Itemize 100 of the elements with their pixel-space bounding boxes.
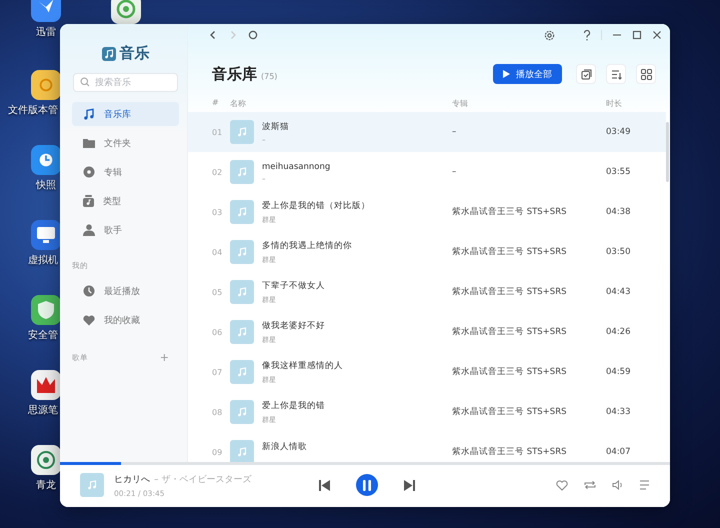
pause-icon: [362, 480, 372, 490]
duration: 04:43: [606, 287, 632, 297]
music-note-icon: [102, 46, 116, 60]
song-title: meihuasannong: [262, 162, 332, 172]
album-art-placeholder: [80, 473, 104, 497]
app-label: 迅雷: [36, 26, 56, 39]
back-icon[interactable]: [208, 30, 218, 40]
album-name: –: [452, 127, 458, 137]
close-icon[interactable]: [652, 30, 662, 40]
now-playing-artist: – ザ・ベイビースターズ: [154, 474, 252, 486]
refresh-icon[interactable]: [248, 30, 258, 40]
music-note-icon: [83, 108, 95, 120]
duration: 04:59: [606, 367, 632, 377]
next-icon[interactable]: [404, 480, 415, 490]
column-header: 专辑: [452, 98, 469, 110]
album-name: 紫水晶试音王三号 STS+SRS: [452, 326, 568, 338]
song-title: 爱上你是我的错: [262, 400, 326, 412]
album-art-placeholder: [230, 360, 254, 384]
checkbox-stack-button[interactable]: [576, 64, 596, 84]
heart-icon: [83, 314, 95, 326]
duration: 03:50: [606, 247, 632, 257]
folder-icon: [83, 138, 95, 148]
duration: 04:26: [606, 327, 632, 337]
volume-icon[interactable]: [612, 480, 624, 490]
disc-icon: [83, 166, 95, 178]
album-name: 紫水晶试音王三号 STS+SRS: [452, 246, 568, 258]
play-all-button[interactable]: 播放全部: [493, 64, 562, 84]
song-title: 爱上你是我的错（对比版）: [262, 200, 371, 212]
app-label: 文件版本管: [8, 104, 58, 117]
sidebar-item[interactable]: 最近播放: [72, 279, 179, 303]
app-icon[interactable]: [31, 370, 61, 400]
album-name: 紫水晶试音王三号 STS+SRS: [452, 206, 568, 218]
app-label: 快照: [36, 178, 56, 192]
track-number: 03: [212, 208, 224, 216]
album-art-placeholder: [230, 200, 254, 224]
song-title: 像我这样重感情的人: [262, 360, 344, 372]
sort-button[interactable]: [606, 64, 626, 84]
app-icon[interactable]: [31, 220, 61, 250]
sidebar-item[interactable]: 类型: [72, 189, 179, 213]
album-name: 紫水晶试音王三号 STS+SRS: [452, 366, 568, 378]
search-field[interactable]: 搜索音乐: [73, 73, 178, 92]
song-title: 多情的我遇上绝情的你: [262, 240, 353, 252]
maximize-icon[interactable]: [632, 30, 642, 40]
track-count: (75): [261, 72, 278, 80]
settings-icon[interactable]: [544, 30, 555, 40]
album-name: 紫水晶试音王三号 STS+SRS: [452, 406, 568, 418]
column-header: #: [212, 98, 220, 109]
person-icon: [83, 224, 95, 236]
album-art-placeholder: [230, 120, 254, 144]
column-header: 时长: [606, 98, 623, 110]
scrollbar[interactable]: [666, 122, 669, 182]
duration: 04:07: [606, 447, 632, 457]
track-number: 04: [212, 248, 224, 256]
column-header: 名称: [230, 98, 247, 110]
track-number: 05: [212, 288, 224, 296]
album-name: –: [452, 167, 458, 177]
help-icon[interactable]: [583, 30, 591, 40]
app-icon[interactable]: [31, 70, 61, 100]
app-icon[interactable]: [31, 145, 61, 175]
app-name: 音乐: [120, 44, 150, 63]
search-icon: [80, 77, 90, 87]
sort-icon: [610, 68, 622, 80]
heart-icon[interactable]: [556, 480, 568, 490]
duration: 03:49: [606, 127, 632, 137]
track-number: 08: [212, 408, 224, 416]
song-row[interactable]: 09 新浪人情歌 紫水晶试音王三号 STS+SRS 04:07: [188, 432, 666, 462]
sidebar-item[interactable]: 专辑: [72, 160, 179, 184]
app-label: 青龙: [36, 478, 56, 492]
song-title: 做我老婆好不好: [262, 320, 326, 332]
grid-view-button[interactable]: [636, 64, 656, 84]
playlist-icon[interactable]: [640, 480, 652, 490]
sidebar-item[interactable]: 我的收藏: [72, 308, 179, 332]
app-icon[interactable]: [111, 0, 141, 24]
track-number: 09: [212, 448, 224, 456]
song-title: 新浪人情歌: [262, 440, 308, 452]
song-title: 波斯猫: [262, 120, 290, 132]
grid-view-icon: [640, 68, 652, 80]
app-icon[interactable]: [31, 0, 61, 22]
repeat-icon[interactable]: [584, 480, 596, 490]
album-art-placeholder: [230, 440, 254, 462]
track-number: 01: [212, 128, 224, 136]
sidebar-item[interactable]: 歌手: [72, 218, 179, 242]
sidebar-item[interactable]: 音乐库: [72, 102, 179, 126]
previous-icon[interactable]: [319, 480, 330, 490]
app-icon[interactable]: [31, 295, 61, 325]
app-icon[interactable]: [31, 445, 61, 475]
track-number: 06: [212, 328, 224, 336]
album-art-placeholder: [230, 160, 254, 184]
album-name: 紫水晶试音王三号 STS+SRS: [452, 446, 568, 458]
track-number: 07: [212, 368, 224, 376]
sidebar-item[interactable]: 文件夹: [72, 131, 179, 155]
pause-button[interactable]: [356, 474, 378, 496]
album-name: 紫水晶试音王三号 STS+SRS: [452, 286, 568, 298]
play-icon: [503, 70, 510, 78]
checkbox-stack-icon: [580, 68, 592, 80]
app-label: 安全管: [28, 328, 58, 342]
duration: 04:38: [606, 207, 632, 217]
album-art-placeholder: [230, 400, 254, 424]
album-art-placeholder: [230, 280, 254, 304]
app-label: 思源笔: [28, 404, 58, 417]
